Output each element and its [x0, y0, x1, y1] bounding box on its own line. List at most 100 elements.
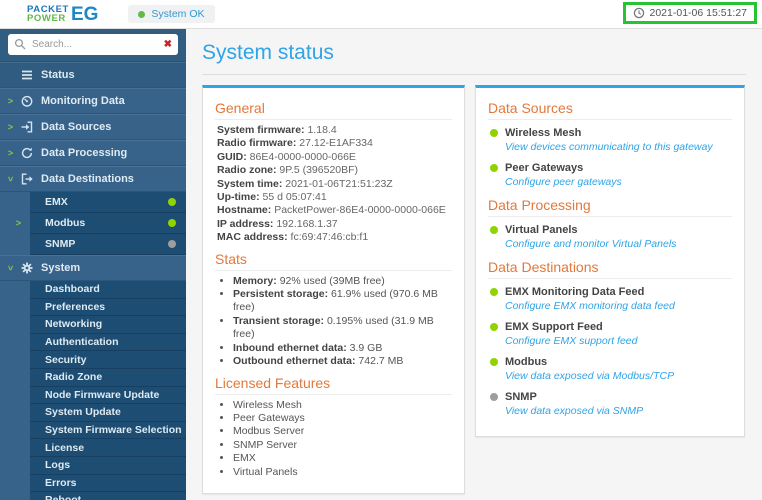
- service-entry: SNMP View data exposed via SNMP: [490, 391, 732, 417]
- sidebar-item-label: Data Sources: [41, 120, 112, 133]
- app-window: PACKET POWER EG System OK 2021-01-06 15:…: [0, 0, 762, 500]
- sidebar-item-logs[interactable]: Logs: [30, 457, 186, 475]
- status-dot-green-icon: [168, 219, 176, 227]
- service-link[interactable]: View data exposed via Modbus/TCP: [505, 370, 732, 382]
- logo-line2: POWER: [27, 13, 66, 24]
- stat-item: Transient storage: 0.195% used (31.9 MB …: [233, 315, 452, 342]
- sidebar-item-label: Data Destinations: [41, 172, 134, 185]
- licensed-feature: Peer Gateways: [233, 412, 452, 425]
- sidebar-item-monitoring-data[interactable]: > Monitoring Data: [0, 88, 186, 114]
- status-ok-dot-icon: [138, 10, 146, 18]
- chevron-right-icon: >: [7, 95, 14, 106]
- sidebar-item-system-firmware-selection[interactable]: System Firmware Selection: [30, 422, 186, 440]
- service-link[interactable]: Configure EMX support feed: [505, 335, 732, 347]
- sidebar-item-label: Monitoring Data: [41, 94, 125, 107]
- field-row: System firmware: 1.18.4: [217, 124, 337, 136]
- section-title-data-sources: Data Sources: [488, 100, 732, 120]
- sidebar-item-data-processing[interactable]: > Data Processing: [0, 140, 186, 166]
- sidebar-item-authentication[interactable]: Authentication: [30, 334, 186, 352]
- status-dot-gray-icon: [490, 393, 498, 401]
- service-entry: Peer Gateways Configure peer gateways: [490, 162, 732, 188]
- stat-item: Memory: 92% used (39MB free): [233, 275, 452, 288]
- sidebar-item-preferences[interactable]: Preferences: [30, 299, 186, 317]
- system-ok-badge: System OK: [128, 5, 215, 23]
- list-icon: [19, 69, 35, 81]
- sidebar-item-label: Data Processing: [41, 146, 128, 159]
- sidebar-item-snmp[interactable]: SNMP: [30, 234, 186, 255]
- service-name: SNMP: [505, 391, 537, 403]
- service-name: EMX Support Feed: [505, 321, 603, 333]
- service-link[interactable]: View devices communicating to this gatew…: [505, 141, 732, 153]
- stat-item: Outbound ethernet data: 742.7 MB: [233, 355, 452, 368]
- licensed-feature: Wireless Mesh: [233, 399, 452, 412]
- stats-list: Memory: 92% used (39MB free) Persistent …: [221, 275, 452, 369]
- field-row: Radio zone: 9P.5 (396520BF): [217, 164, 359, 177]
- section-title-data-processing: Data Processing: [488, 197, 732, 217]
- section-title-stats: Stats: [215, 251, 452, 271]
- sign-out-icon: [19, 173, 35, 185]
- sign-in-icon: [19, 121, 35, 133]
- general-fields: System firmware: 1.18.4 Radio firmware: …: [217, 124, 452, 245]
- chevron-right-icon: >: [15, 218, 22, 228]
- sidebar-item-radio-zone[interactable]: Radio Zone: [30, 369, 186, 387]
- sidebar-item-modbus[interactable]: > Modbus: [16, 213, 186, 234]
- search-input[interactable]: [8, 34, 178, 55]
- title-divider: [202, 74, 746, 75]
- service-name: Peer Gateways: [505, 162, 584, 174]
- sidebar-item-reboot[interactable]: Reboot: [30, 492, 186, 500]
- search-icon: [14, 38, 26, 50]
- field-row: Up-time: 55 d 05:07:41: [217, 191, 327, 204]
- sidebar-item-data-destinations[interactable]: > Data Destinations: [0, 166, 186, 192]
- field-row: Radio firmware: 27.12-E1AF334: [217, 137, 373, 150]
- clock-icon: [633, 7, 644, 19]
- services-overview-card: Data Sources Wireless Mesh View devices …: [475, 85, 745, 437]
- sidebar-item-dashboard[interactable]: Dashboard: [30, 281, 186, 299]
- service-link[interactable]: View data exposed via SNMP: [505, 405, 732, 417]
- status-dot-green-icon: [490, 164, 498, 172]
- logo-eg: EG: [70, 3, 99, 25]
- licensed-feature: EMX: [233, 452, 452, 465]
- sidebar-item-data-sources[interactable]: > Data Sources: [0, 114, 186, 140]
- sidebar-item-status[interactable]: Status: [0, 62, 186, 88]
- licensed-feature: Modbus Server: [233, 425, 452, 438]
- sidebar-item-system[interactable]: > System: [0, 255, 186, 281]
- gauge-icon: [19, 95, 35, 107]
- status-dot-green-icon: [490, 288, 498, 296]
- licensed-feature: Virtual Panels: [233, 466, 452, 479]
- sidebar-item-networking[interactable]: Networking: [30, 316, 186, 334]
- service-entry: EMX Monitoring Data Feed Configure EMX m…: [490, 286, 732, 312]
- search-clear-icon[interactable]: ✖: [164, 37, 172, 52]
- sidebar-item-license[interactable]: License: [30, 439, 186, 457]
- refresh-icon: [19, 147, 35, 159]
- status-dot-gray-icon: [168, 240, 176, 248]
- system-info-card: General System firmware: 1.18.4 Radio fi…: [202, 85, 465, 494]
- chevron-right-icon: >: [7, 121, 14, 132]
- stat-item: Inbound ethernet data: 3.9 GB: [233, 342, 452, 355]
- service-link[interactable]: Configure EMX monitoring data feed: [505, 300, 732, 312]
- sidebar-item-node-firmware-update[interactable]: Node Firmware Update: [30, 387, 186, 405]
- sidebar-item-emx[interactable]: EMX: [30, 192, 186, 213]
- status-dot-green-icon: [490, 129, 498, 137]
- sidebar-item-system-update[interactable]: System Update: [30, 404, 186, 422]
- stat-item: Persistent storage: 61.9% used (970.6 MB…: [233, 288, 452, 315]
- service-entry: Modbus View data exposed via Modbus/TCP: [490, 356, 732, 382]
- status-dot-green-icon: [490, 323, 498, 331]
- status-dot-green-icon: [490, 226, 498, 234]
- service-entry: Virtual Panels Configure and monitor Vir…: [490, 224, 732, 250]
- sidebar-item-security[interactable]: Security: [30, 351, 186, 369]
- sidebar-item-label: System: [41, 261, 81, 274]
- status-dot-green-icon: [168, 198, 176, 206]
- licensed-feature: SNMP Server: [233, 439, 452, 452]
- chevron-right-icon: >: [7, 147, 14, 158]
- service-name: Wireless Mesh: [505, 127, 582, 139]
- section-title-licensed-features: Licensed Features: [215, 375, 452, 395]
- main-content: System status General System firmware: 1…: [186, 29, 762, 500]
- sidebar-item-errors[interactable]: Errors: [30, 475, 186, 493]
- timestamp-highlight-box: 2021-01-06 15:51:27: [622, 2, 757, 24]
- status-dot-green-icon: [490, 358, 498, 366]
- current-timestamp: 2021-01-06 15:51:27: [649, 7, 748, 19]
- field-row: System time: 2021-01-06T21:51:23Z: [217, 177, 393, 190]
- service-link[interactable]: Configure and monitor Virtual Panels: [505, 238, 732, 250]
- service-link[interactable]: Configure peer gateways: [505, 176, 732, 188]
- top-header: PACKET POWER EG System OK 2021-01-06 15:…: [0, 0, 762, 29]
